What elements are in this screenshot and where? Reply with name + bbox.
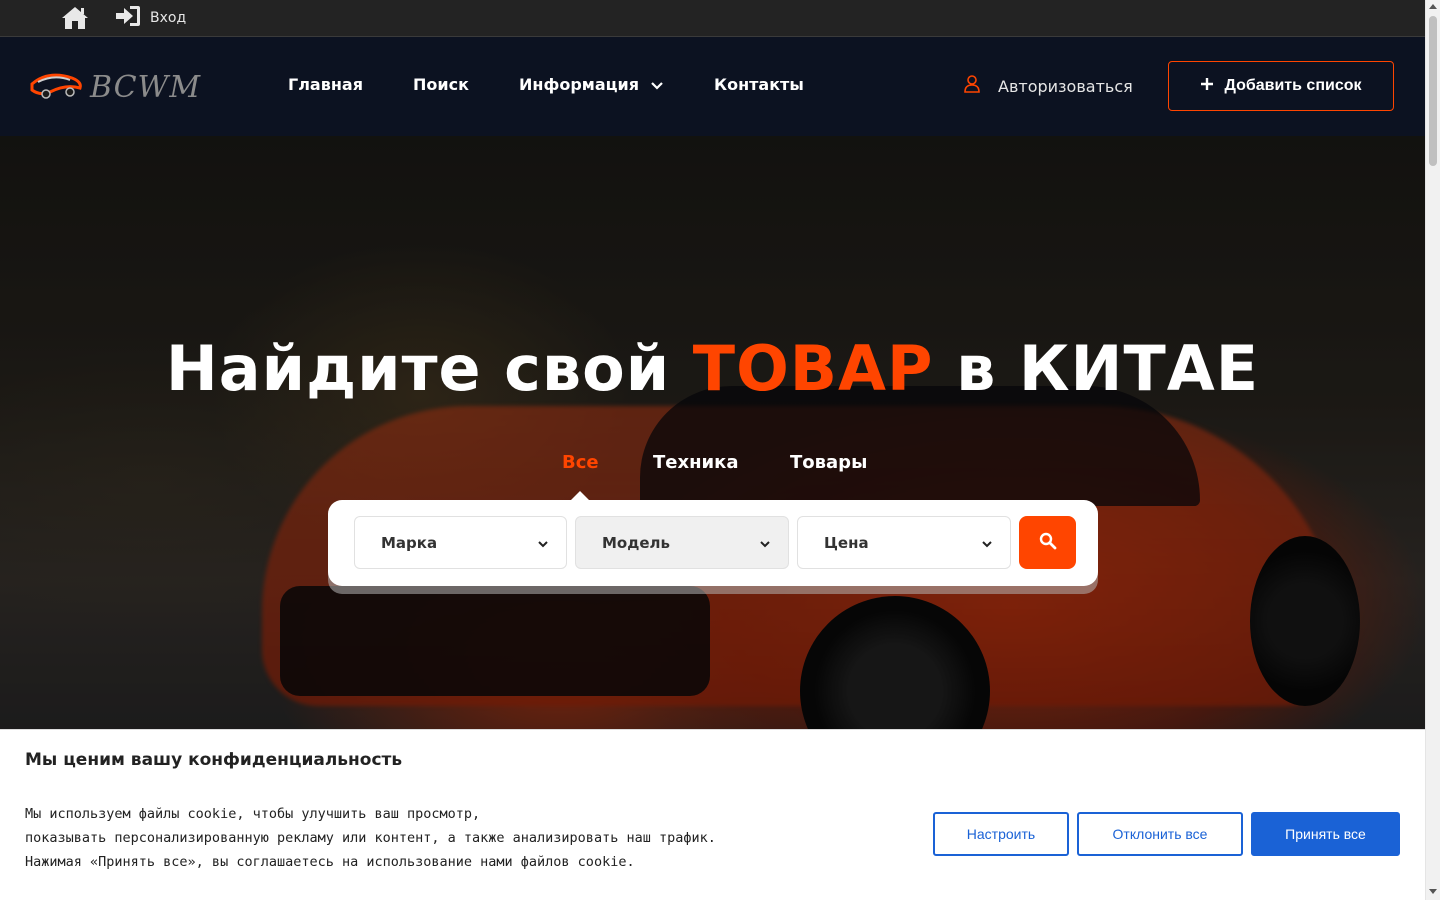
logo-text: BCWM bbox=[90, 69, 202, 105]
nav-search[interactable]: Поиск bbox=[413, 75, 469, 94]
nav-contacts[interactable]: Контакты bbox=[714, 75, 804, 94]
chevron-down-icon bbox=[760, 534, 770, 552]
headline-part2: в КИТАЕ bbox=[956, 332, 1260, 405]
hero-overlay bbox=[0, 136, 1425, 729]
headline-part1: Найдите свой bbox=[165, 332, 671, 405]
chevron-down-icon bbox=[982, 534, 992, 552]
cookie-title: Мы ценим вашу конфиденциальность bbox=[25, 750, 403, 770]
add-listing-label: Добавить список bbox=[1224, 77, 1362, 94]
tab-goods[interactable]: Товары bbox=[790, 452, 867, 473]
cookie-accept-button[interactable]: Принять все bbox=[1251, 812, 1400, 856]
hero-headline: Найдите свой ТОВАР в КИТАЕ bbox=[0, 332, 1425, 405]
home-icon[interactable] bbox=[60, 5, 90, 31]
cookie-text-line: показывать персонализированную рекламу и… bbox=[25, 830, 716, 846]
top-utility-bar: Вход bbox=[0, 0, 1425, 37]
active-tab-caret bbox=[571, 491, 589, 500]
login-icon bbox=[114, 3, 142, 33]
add-listing-button[interactable]: Добавить список bbox=[1168, 61, 1394, 111]
cookie-reject-button[interactable]: Отклонить все bbox=[1077, 812, 1243, 856]
cookie-banner: Мы ценим вашу конфиденциальность Мы испо… bbox=[0, 729, 1425, 900]
brand-select-label: Марка bbox=[381, 533, 438, 552]
brand-select[interactable]: Марка bbox=[354, 516, 567, 569]
model-select[interactable]: Модель bbox=[575, 516, 789, 569]
headline-accent: ТОВАР bbox=[692, 332, 934, 405]
car-logo-icon bbox=[28, 68, 84, 106]
search-icon bbox=[1039, 532, 1057, 554]
login-link[interactable]: Вход bbox=[114, 5, 186, 31]
plus-icon bbox=[1200, 77, 1214, 96]
scroll-up-arrow[interactable] bbox=[1429, 4, 1437, 9]
cookie-text: Мы используем файлы cookie, чтобы улучши… bbox=[25, 802, 716, 874]
nav-home[interactable]: Главная bbox=[288, 75, 363, 94]
auth-link[interactable]: Авторизоваться bbox=[964, 75, 1133, 97]
scrollbar-thumb[interactable] bbox=[1429, 16, 1437, 166]
tab-tech[interactable]: Техника bbox=[653, 452, 739, 473]
nav-info[interactable]: Информация bbox=[519, 75, 663, 94]
price-select-label: Цена bbox=[824, 533, 869, 552]
login-label: Вход bbox=[150, 10, 187, 26]
nav-info-label: Информация bbox=[519, 75, 639, 94]
scroll-down-arrow[interactable] bbox=[1429, 889, 1437, 894]
chevron-down-icon bbox=[538, 534, 548, 552]
cookie-text-line: Мы используем файлы cookie, чтобы улучши… bbox=[25, 806, 481, 822]
chevron-down-icon bbox=[651, 75, 663, 94]
cookie-text-line: Нажимая «Принять все», вы соглашаетесь н… bbox=[25, 854, 635, 870]
model-select-label: Модель bbox=[602, 533, 670, 552]
site-logo[interactable]: BCWM bbox=[28, 67, 200, 107]
auth-label: Авторизоваться bbox=[998, 76, 1133, 96]
hero-banner: Найдите свой ТОВАР в КИТАЕ Все Техника Т… bbox=[0, 136, 1425, 729]
user-icon bbox=[964, 75, 980, 97]
price-select[interactable]: Цена bbox=[797, 516, 1011, 569]
tab-all[interactable]: Все bbox=[562, 452, 599, 473]
search-panel: Марка Модель Цена bbox=[328, 500, 1098, 586]
search-button[interactable] bbox=[1019, 516, 1076, 569]
cookie-customize-button[interactable]: Настроить bbox=[933, 812, 1069, 856]
main-header: BCWM Главная Поиск Информация Контакты А… bbox=[0, 37, 1425, 136]
page-scrollbar[interactable] bbox=[1425, 0, 1440, 900]
